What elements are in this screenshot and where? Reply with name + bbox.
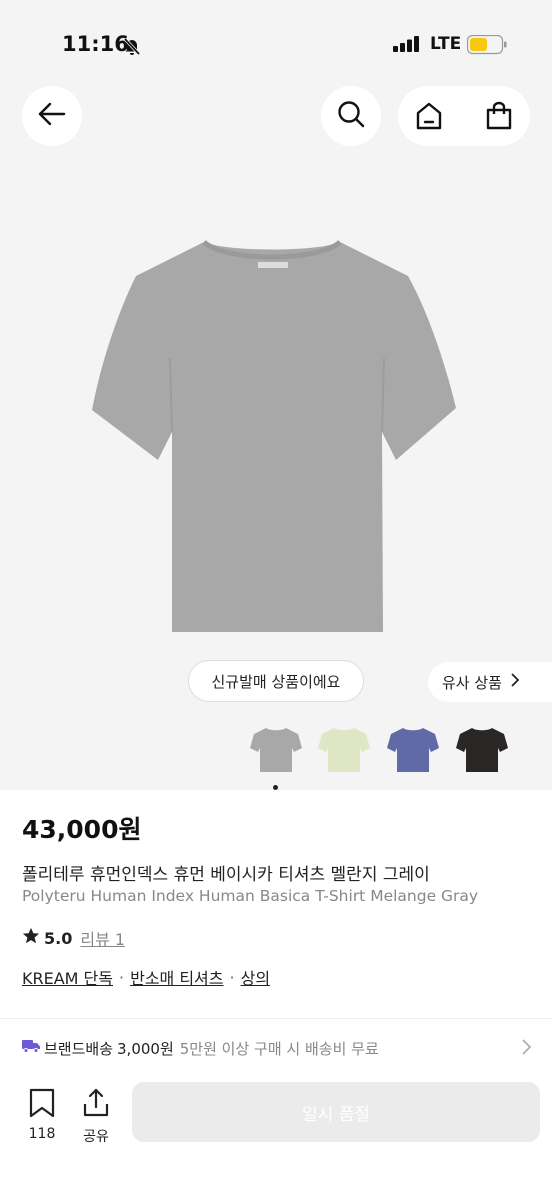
arrow-left-icon — [37, 99, 67, 133]
category-link-kream[interactable]: KREAM 단독 — [22, 965, 113, 989]
divider — [0, 1018, 552, 1019]
bell-off-icon — [122, 36, 142, 60]
shipping-amount: 3,000원 — [117, 1039, 174, 1058]
search-icon — [336, 99, 366, 133]
thumbnail-gray[interactable] — [248, 722, 304, 778]
status-bar: 11:16 LTE — [0, 30, 552, 62]
thumbnail-mint[interactable] — [316, 722, 372, 778]
thumbnail-blue[interactable] — [385, 722, 441, 778]
sold-out-button[interactable]: 일시 품절 — [132, 1082, 540, 1142]
rating-score: 5.0 — [44, 928, 73, 948]
status-time: 11:16 — [62, 32, 129, 56]
nav-pill — [398, 86, 530, 146]
category-separator: · — [229, 967, 235, 987]
bookmark-button[interactable]: 118 — [26, 1088, 58, 1142]
product-image[interactable] — [86, 238, 460, 642]
bottom-action-bar: 118 공유 일시 품절 — [0, 1070, 552, 1200]
product-price: 43,000원 — [22, 815, 142, 844]
review-link[interactable]: 리뷰 1 — [80, 926, 125, 950]
color-thumbnails — [0, 722, 552, 778]
signal-icon — [393, 36, 421, 56]
shipping-note: 5만원 이상 구매 시 배송비 무료 — [179, 1039, 379, 1058]
share-icon — [82, 1088, 110, 1122]
shopping-bag-icon[interactable] — [484, 101, 514, 135]
home-icon[interactable] — [414, 101, 444, 135]
network-label: LTE — [430, 34, 462, 54]
category-link-top[interactable]: 상의 — [241, 965, 270, 989]
new-release-badge: 신규발매 상품이에요 — [188, 660, 364, 702]
share-label: 공유 — [83, 1129, 109, 1145]
search-button[interactable] — [321, 86, 381, 146]
bookmark-icon — [28, 1088, 56, 1122]
shipping-info[interactable]: 브랜드배송 3,000원 5만원 이상 구매 시 배송비 무료 — [22, 1034, 532, 1062]
category-separator: · — [119, 967, 125, 987]
bookmark-count: 118 — [28, 1126, 56, 1142]
thumbnail-black[interactable] — [454, 722, 510, 778]
category-link-short-sleeve[interactable]: 반소매 티셔츠 — [130, 965, 223, 989]
chevron-right-icon — [502, 673, 520, 691]
product-name-en: Polyteru Human Index Human Basica T-Shir… — [22, 887, 479, 905]
similar-products-label: 유사 상품 — [442, 673, 502, 692]
rating-row: 5.0 리뷰 1 — [22, 926, 125, 950]
share-button[interactable]: 공유 — [80, 1088, 112, 1146]
chevron-right-icon — [520, 1038, 532, 1060]
back-button[interactable] — [22, 86, 82, 146]
category-links: KREAM 단독 · 반소매 티셔츠 · 상의 — [22, 965, 270, 989]
truck-icon — [22, 1039, 40, 1057]
similar-products-button[interactable]: 유사 상품 — [428, 662, 552, 702]
product-name-ko: 폴리테루 휴먼인덱스 휴먼 베이시카 티셔츠 멜란지 그레이 — [22, 865, 430, 885]
star-icon — [22, 927, 40, 949]
carousel-indicator — [273, 785, 278, 790]
battery-icon — [466, 34, 507, 59]
shipping-label: 브랜드배송 — [44, 1039, 114, 1058]
